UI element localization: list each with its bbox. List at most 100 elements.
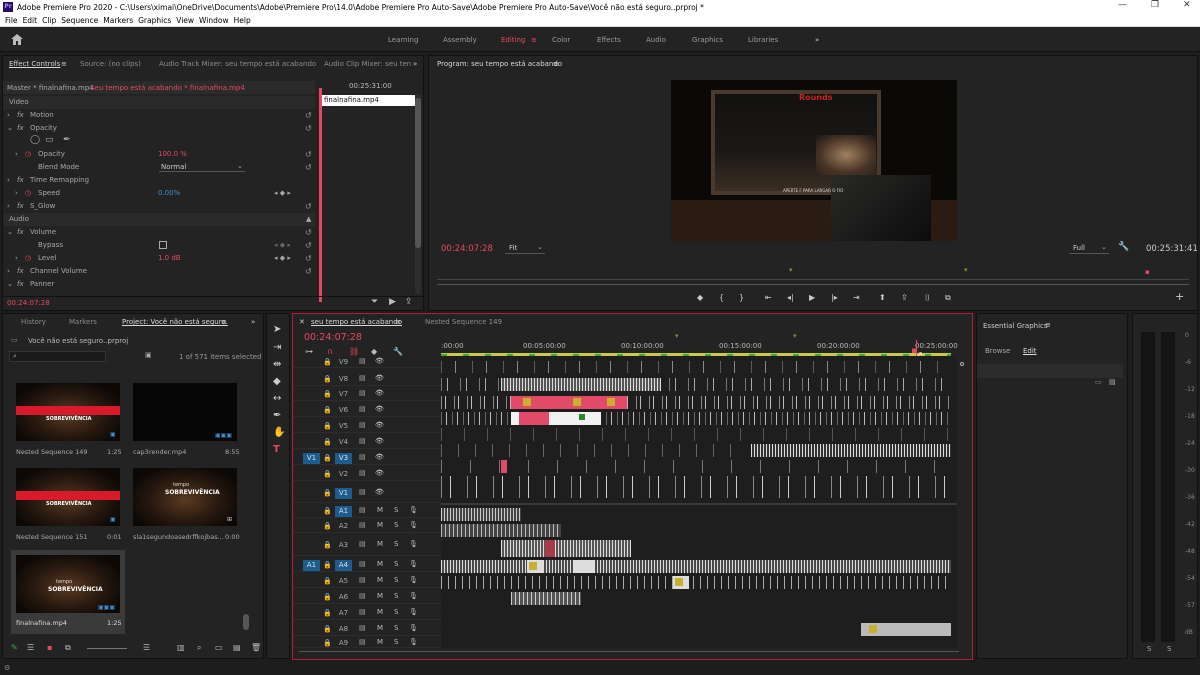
clip-bar[interactable]: finalnafina.mp4 bbox=[321, 95, 415, 106]
sync-lock-icon[interactable]: ▤ bbox=[359, 488, 366, 496]
razor-tool-icon[interactable]: ◆ bbox=[273, 376, 281, 387]
eye-icon[interactable]: 👁 bbox=[375, 453, 384, 461]
lock-icon[interactable]: 🔒 bbox=[323, 358, 332, 366]
eye-icon[interactable]: 👁 bbox=[375, 374, 384, 382]
lock-icon[interactable]: 🔒 bbox=[323, 489, 332, 497]
menu-sequence[interactable]: Sequence bbox=[61, 16, 98, 25]
track-name-a9[interactable]: A9 bbox=[335, 638, 352, 649]
track-name-a7[interactable]: A7 bbox=[335, 608, 352, 619]
tab-project[interactable]: Project: Você não está seguro. bbox=[122, 318, 228, 326]
tab-markers[interactable]: Markers bbox=[69, 318, 97, 326]
mute-button[interactable]: M bbox=[377, 540, 383, 548]
more-tabs-icon[interactable]: » bbox=[413, 60, 417, 68]
mute-button[interactable]: M bbox=[377, 576, 383, 584]
lock-icon[interactable]: 🔒 bbox=[323, 422, 332, 430]
track-name-a3[interactable]: A3 bbox=[335, 540, 352, 551]
eye-icon[interactable]: 👁 bbox=[375, 437, 384, 445]
hand-tool-icon[interactable]: ✋ bbox=[273, 427, 285, 438]
sync-lock-icon[interactable]: ▤ bbox=[359, 608, 366, 616]
effect-controls-timecode[interactable]: 00:24:07:28 bbox=[7, 299, 50, 307]
more-workspaces-icon[interactable]: » bbox=[815, 36, 819, 44]
sync-lock-icon[interactable]: ▤ bbox=[359, 453, 366, 461]
level-value[interactable]: 1.0 dB bbox=[158, 254, 181, 262]
mark-out-icon[interactable]: } bbox=[739, 293, 744, 302]
microphone-icon[interactable]: 🎙 bbox=[409, 592, 418, 600]
eye-icon[interactable]: 👁 bbox=[375, 389, 384, 397]
track-name-v9[interactable]: V9 bbox=[335, 357, 352, 368]
lift-icon[interactable]: ⬆ bbox=[879, 293, 886, 302]
go-to-in-icon[interactable]: ⇤ bbox=[765, 293, 772, 302]
reset-icon[interactable]: ↺ bbox=[305, 202, 312, 211]
solo-button[interactable]: S bbox=[394, 624, 398, 632]
minimize-icon[interactable]: — bbox=[1118, 0, 1127, 10]
ellipse-mask-icon[interactable]: ◯ bbox=[30, 135, 40, 145]
timeline-settings-icon[interactable]: 🔧 bbox=[393, 347, 403, 356]
zoom-scrollbar[interactable] bbox=[437, 282, 1189, 288]
lock-icon[interactable]: 🔒 bbox=[323, 470, 332, 478]
pen-tool-icon[interactable]: ✒ bbox=[273, 410, 281, 421]
snap-icon[interactable]: ∩ bbox=[327, 347, 333, 356]
solo-left-button[interactable]: S bbox=[1147, 645, 1151, 653]
workspace-learning[interactable]: Learning bbox=[388, 36, 418, 44]
eye-icon[interactable]: 👁 bbox=[375, 357, 384, 365]
step-back-icon[interactable]: ◂| bbox=[787, 293, 794, 302]
reset-icon[interactable]: ↺ bbox=[305, 150, 312, 159]
sort-icon[interactable]: ☰ bbox=[143, 643, 150, 652]
master-clip-label[interactable]: Master * finalnafina.mp4 bbox=[7, 84, 94, 92]
pen-mask-icon[interactable]: ✒ bbox=[63, 135, 71, 145]
menu-help[interactable]: Help bbox=[234, 16, 251, 25]
effect-channel-volume[interactable]: Channel Volume bbox=[30, 267, 87, 275]
program-timecode[interactable]: 00:24:07:28 bbox=[441, 244, 493, 254]
sync-lock-icon[interactable]: ▤ bbox=[359, 560, 366, 568]
filter-icon[interactable]: ⏷ bbox=[371, 297, 378, 307]
tab-program[interactable]: Program: seu tempo está acabando bbox=[437, 60, 562, 68]
solo-button[interactable]: S bbox=[394, 540, 398, 548]
scrollbar[interactable] bbox=[415, 94, 421, 294]
playback-audio-icon[interactable]: ▶ bbox=[389, 297, 396, 307]
speed-value[interactable]: 0.00% bbox=[158, 189, 180, 197]
sync-lock-icon[interactable]: ▤ bbox=[359, 374, 366, 382]
effect-motion[interactable]: Motion bbox=[30, 111, 54, 119]
mark-in-icon[interactable]: { bbox=[719, 293, 724, 302]
sync-lock-icon[interactable]: ▤ bbox=[359, 540, 366, 548]
go-to-out-icon[interactable]: ⇥ bbox=[853, 293, 860, 302]
reset-icon[interactable]: ↺ bbox=[305, 111, 312, 120]
stopwatch-icon[interactable]: ◷ bbox=[25, 254, 31, 262]
new-bin-icon[interactable]: ▭ bbox=[215, 643, 223, 652]
microphone-icon[interactable]: 🎙 bbox=[409, 540, 418, 548]
track-select-tool-icon[interactable]: ⇥ bbox=[273, 342, 281, 353]
microphone-icon[interactable]: 🎙 bbox=[409, 624, 418, 632]
lock-icon[interactable]: 🔒 bbox=[323, 639, 332, 647]
export-frame-icon[interactable]: ⇪ bbox=[405, 297, 413, 307]
solo-button[interactable]: S bbox=[394, 592, 398, 600]
project-item-name[interactable]: finalnafina.mp4 bbox=[16, 619, 67, 627]
sync-lock-icon[interactable]: ▤ bbox=[359, 576, 366, 584]
workspace-color[interactable]: Color bbox=[552, 36, 570, 44]
maximize-icon[interactable]: ❐ bbox=[1151, 0, 1159, 10]
panel-menu-icon[interactable]: ≡ bbox=[395, 318, 401, 326]
zoom-select[interactable]: Fit ⌄ bbox=[505, 243, 545, 254]
reset-icon[interactable]: ↺ bbox=[305, 124, 312, 133]
zoom-slider[interactable] bbox=[87, 648, 127, 649]
audio-scrollbar[interactable] bbox=[960, 494, 966, 646]
track-name-a6[interactable]: A6 bbox=[335, 592, 352, 603]
workspace-effects[interactable]: Effects bbox=[597, 36, 621, 44]
export-frame-icon[interactable]: ⌷ bbox=[925, 293, 930, 303]
sync-lock-icon[interactable]: ▤ bbox=[359, 357, 366, 365]
marker-icon[interactable]: ▾ bbox=[789, 266, 793, 274]
lock-icon[interactable]: 🔒 bbox=[323, 541, 332, 549]
track-name-v3[interactable]: V3 bbox=[335, 453, 352, 464]
keyframe-nav-icon[interactable]: ◂ ◆ ▸ bbox=[274, 189, 291, 197]
mini-timeline[interactable]: ▾ ▾ ▪ bbox=[437, 266, 1189, 280]
mute-button[interactable]: M bbox=[377, 638, 383, 646]
effect-opacity[interactable]: Opacity bbox=[30, 124, 57, 132]
track-name-a4[interactable]: A4 bbox=[335, 559, 352, 571]
track-name-v5[interactable]: V5 bbox=[335, 421, 352, 432]
sync-lock-icon[interactable]: ▤ bbox=[359, 389, 366, 397]
lock-icon[interactable]: 🔒 bbox=[323, 375, 332, 383]
add-marker-icon[interactable]: ◆ bbox=[697, 293, 703, 302]
solo-button[interactable]: S bbox=[394, 638, 398, 646]
step-forward-icon[interactable]: |▸ bbox=[831, 293, 838, 302]
workspace-graphics[interactable]: Graphics bbox=[692, 36, 723, 44]
new-bin-from-search-icon[interactable]: ▣ bbox=[145, 351, 152, 359]
